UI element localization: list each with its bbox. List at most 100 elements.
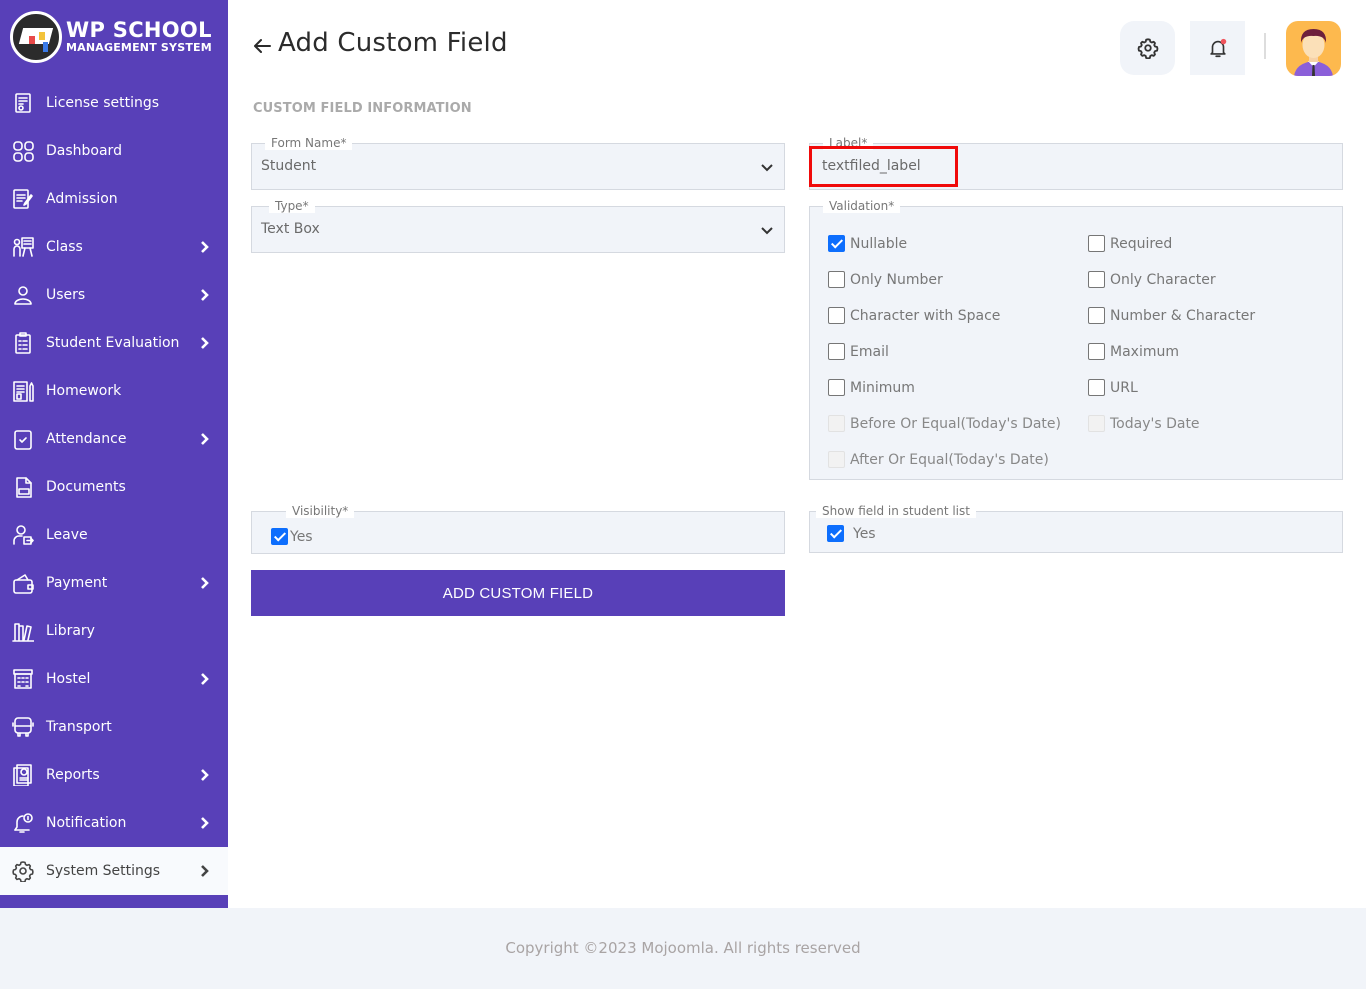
library-icon (12, 620, 34, 642)
validation-option-maximum[interactable]: Maximum (1088, 343, 1179, 360)
sidebar-item-dashboard[interactable]: Dashboard (0, 127, 228, 175)
show-in-list-yes-option[interactable]: Yes (827, 525, 876, 542)
visibility-group: Visibility* Yes (251, 504, 785, 554)
validation-option-url[interactable]: URL (1088, 379, 1138, 396)
sidebar-item-label: Attendance (46, 431, 127, 447)
gear-icon (1137, 38, 1158, 59)
avatar[interactable] (1286, 21, 1341, 76)
validation-option-before-or-equal-today-s-date: Before Or Equal(Today's Date) (828, 415, 1061, 432)
section-title: CUSTOM FIELD INFORMATION (253, 101, 472, 116)
footer: Copyright ©2023 Mojoomla. All rights res… (0, 908, 1366, 989)
validation-option-label: Only Character (1110, 271, 1216, 288)
chevron-right-icon (201, 865, 209, 877)
highlight-box (809, 146, 958, 187)
class-icon (12, 236, 34, 258)
chevron-right-icon (201, 241, 209, 253)
validation-checkbox[interactable] (828, 379, 845, 396)
sidebar-nav: License settings Dashboard Admission Cla… (0, 79, 228, 895)
validation-checkbox[interactable] (828, 307, 845, 324)
leave-icon (12, 524, 34, 546)
chevron-right-icon (201, 289, 209, 301)
validation-option-email[interactable]: Email (828, 343, 889, 360)
evaluation-icon (12, 332, 34, 354)
validation-checkbox[interactable] (828, 271, 845, 288)
form-name-select[interactable]: Form Name* Student (251, 136, 785, 190)
validation-option-only-number[interactable]: Only Number (828, 271, 943, 288)
logo-emblem-icon (10, 11, 62, 63)
sidebar-item-documents[interactable]: Documents (0, 463, 228, 511)
sidebar-item-license-settings[interactable]: License settings (0, 79, 228, 127)
validation-option-number-character[interactable]: Number & Character (1088, 307, 1255, 324)
settings-button[interactable] (1120, 21, 1175, 75)
validation-option-character-with-space[interactable]: Character with Space (828, 307, 1000, 324)
bus-icon (12, 716, 34, 738)
validation-option-only-character[interactable]: Only Character (1088, 271, 1216, 288)
sidebar-item-library[interactable]: Library (0, 607, 228, 655)
show-in-list-checkbox[interactable] (827, 525, 844, 542)
validation-checkbox (828, 451, 845, 468)
sidebar-item-class[interactable]: Class (0, 223, 228, 271)
user-icon (12, 284, 34, 306)
sidebar-item-label: Admission (46, 191, 118, 207)
sidebar-item-payment[interactable]: Payment (0, 559, 228, 607)
type-label: Type* (269, 199, 315, 213)
validation-checkbox (1088, 415, 1105, 432)
unread-dot (1220, 38, 1226, 45)
sidebar: WP SCHOOL MANAGEMENT SYSTEM License sett… (0, 0, 228, 908)
logo[interactable]: WP SCHOOL MANAGEMENT SYSTEM (10, 10, 220, 64)
validation-option-required[interactable]: Required (1088, 235, 1172, 252)
chevron-right-icon (201, 769, 209, 781)
sidebar-item-label: Documents (46, 479, 126, 495)
validation-checkbox[interactable] (1088, 343, 1105, 360)
validation-option-label: Number & Character (1110, 307, 1256, 324)
hostel-icon (12, 668, 34, 690)
validation-option-minimum[interactable]: Minimum (828, 379, 915, 396)
sidebar-item-leave[interactable]: Leave (0, 511, 228, 559)
validation-checkbox[interactable] (828, 343, 845, 360)
arrow-left-icon[interactable] (252, 36, 272, 56)
sidebar-item-notification[interactable]: Notification (0, 799, 228, 847)
validation-label: Validation* (823, 199, 901, 213)
validation-checkbox[interactable] (828, 235, 845, 252)
visibility-checkbox[interactable] (271, 528, 288, 545)
validation-checkbox[interactable] (1088, 379, 1105, 396)
validation-checkbox[interactable] (1088, 307, 1105, 324)
bell-icon (1209, 38, 1226, 58)
sidebar-item-student-evaluation[interactable]: Student Evaluation (0, 319, 228, 367)
sidebar-item-label: System Settings (46, 863, 161, 879)
sidebar-item-label: Reports (46, 767, 100, 783)
add-custom-field-button[interactable]: ADD CUSTOM FIELD (251, 570, 785, 616)
sidebar-item-label: Users (46, 287, 86, 303)
form-name-label: Form Name* (265, 136, 353, 150)
chevron-right-icon (201, 817, 209, 829)
type-select[interactable]: Type* Text Box (251, 199, 785, 253)
sidebar-item-homework[interactable]: Homework (0, 367, 228, 415)
sidebar-item-users[interactable]: Users (0, 271, 228, 319)
notifications-button[interactable] (1190, 21, 1245, 75)
sidebar-item-transport[interactable]: Transport (0, 703, 228, 751)
sidebar-item-system-settings[interactable]: System Settings (0, 847, 228, 895)
validation-option-nullable[interactable]: Nullable (828, 235, 907, 252)
copyright-text: Copyright ©2023 Mojoomla. All rights res… (505, 939, 861, 957)
form-name-value: Student (261, 158, 317, 174)
type-value: Text Box (261, 221, 320, 237)
sidebar-item-hostel[interactable]: Hostel (0, 655, 228, 703)
validation-checkbox[interactable] (1088, 235, 1105, 252)
dashboard-icon (12, 140, 34, 162)
validation-option-label: Minimum (850, 379, 915, 396)
sidebar-item-label: Homework (46, 383, 122, 399)
validation-option-label: Email (850, 343, 889, 360)
admission-icon (12, 188, 34, 210)
validation-option-label: URL (1110, 379, 1138, 396)
validation-option-label: Character with Space (850, 307, 1001, 324)
sidebar-item-reports[interactable]: Reports (0, 751, 228, 799)
reports-icon (12, 764, 34, 786)
chevron-right-icon (201, 337, 209, 349)
validation-checkbox[interactable] (1088, 271, 1105, 288)
visibility-yes-option[interactable]: Yes (271, 528, 313, 545)
logo-subtitle: MANAGEMENT SYSTEM (66, 41, 212, 54)
notification-icon (12, 812, 34, 834)
sidebar-item-admission[interactable]: Admission (0, 175, 228, 223)
sidebar-item-attendance[interactable]: Attendance (0, 415, 228, 463)
validation-option-label: Today's Date (1110, 415, 1200, 432)
